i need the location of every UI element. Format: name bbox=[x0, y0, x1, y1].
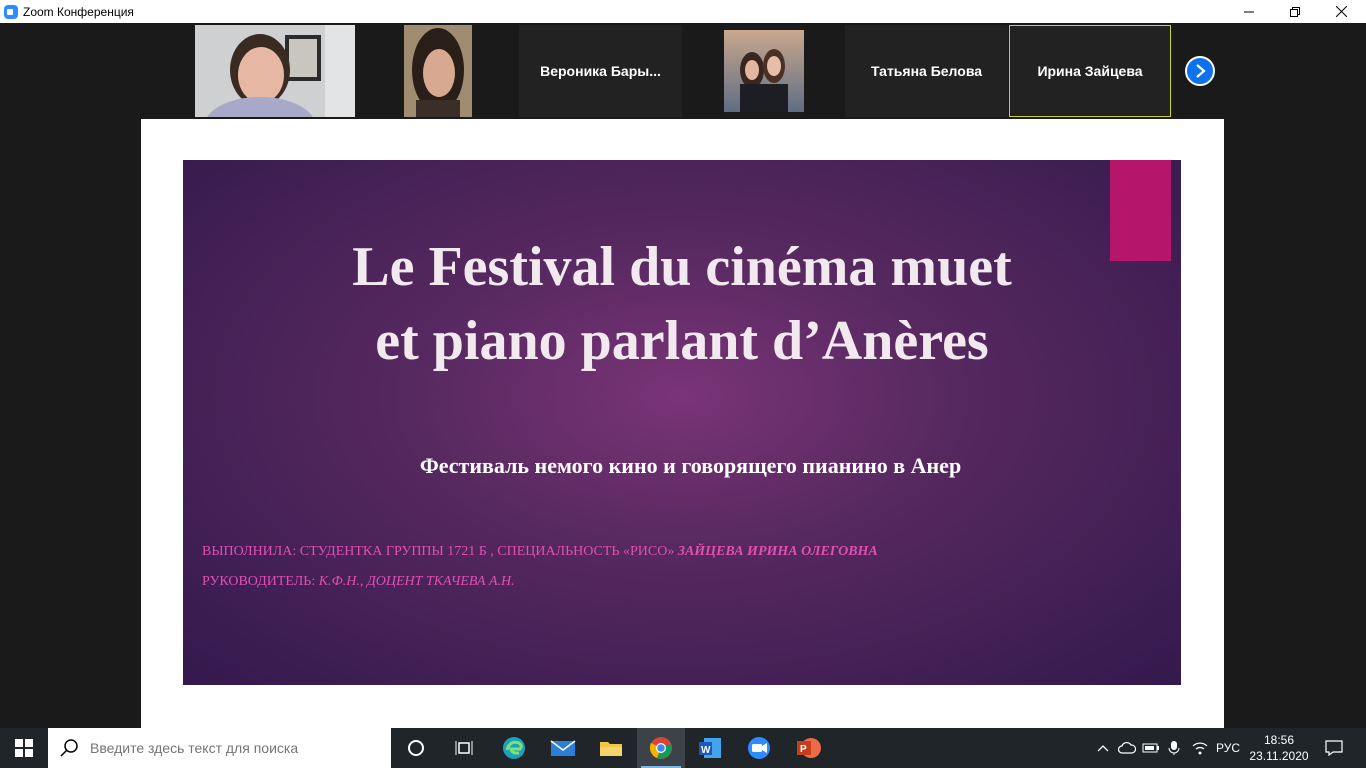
word-app-button[interactable]: W bbox=[686, 728, 734, 768]
microphone-icon bbox=[1168, 741, 1180, 755]
battery-tray-icon[interactable] bbox=[1140, 728, 1162, 768]
participant-video bbox=[195, 25, 355, 117]
edge-app-button[interactable] bbox=[490, 728, 538, 768]
title-bar: Zoom Конференция bbox=[0, 0, 1366, 23]
slide-title-line-1: Le Festival du cinéma muet bbox=[352, 236, 1012, 298]
slide-title: Le Festival du cinéma muet et piano parl… bbox=[183, 230, 1181, 378]
slide-author-line: ВЫПОЛНИЛА: СТУДЕНТКА ГРУППЫ 1721 Б , СПЕ… bbox=[202, 544, 878, 560]
window-title: Zoom Конференция bbox=[23, 4, 134, 19]
taskbar-search-box[interactable] bbox=[48, 728, 391, 768]
svg-text:P: P bbox=[800, 744, 807, 755]
zoom-icon bbox=[748, 737, 770, 759]
notification-icon bbox=[1325, 740, 1343, 756]
task-view-icon bbox=[455, 741, 473, 755]
clock-time: 18:56 bbox=[1263, 733, 1295, 747]
windows-logo-icon bbox=[15, 739, 33, 757]
zoom-app-button[interactable] bbox=[735, 728, 783, 768]
battery-icon bbox=[1142, 743, 1159, 753]
participant-name-tile[interactable]: Татьяна Белова bbox=[845, 25, 1008, 117]
mail-icon bbox=[550, 740, 576, 756]
supervisor-label: РУКОВОДИТЕЛЬ: bbox=[202, 574, 319, 589]
slide-title-line-2: et piano parlant d’Anères bbox=[375, 310, 989, 372]
word-icon: W bbox=[699, 738, 721, 758]
participant-video-tile[interactable] bbox=[404, 25, 472, 117]
participant-name: Вероника Бары... bbox=[540, 63, 661, 79]
folder-icon bbox=[600, 742, 622, 756]
wifi-icon bbox=[1192, 742, 1208, 755]
slide-subtitle: Фестиваль немого кино и говорящего пиани… bbox=[419, 453, 962, 478]
participant-name-tile[interactable]: Вероника Бары... bbox=[519, 25, 682, 117]
chrome-icon bbox=[649, 737, 672, 759]
search-icon bbox=[60, 739, 78, 757]
chevron-up-icon bbox=[1097, 745, 1109, 752]
start-button[interactable] bbox=[0, 728, 48, 768]
close-button[interactable] bbox=[1318, 0, 1364, 23]
cloud-icon bbox=[1118, 742, 1136, 754]
task-view-button[interactable] bbox=[440, 728, 488, 768]
close-icon bbox=[1335, 6, 1347, 17]
microphone-tray-icon[interactable] bbox=[1164, 728, 1184, 768]
tray-overflow-button[interactable] bbox=[1093, 728, 1113, 768]
minimize-button[interactable] bbox=[1226, 0, 1272, 23]
cortana-button[interactable] bbox=[392, 728, 440, 768]
edge-icon bbox=[503, 737, 525, 759]
powerpoint-icon: P bbox=[797, 738, 821, 758]
participant-name-tile-active[interactable]: Ирина Зайцева bbox=[1009, 25, 1171, 117]
restore-button[interactable] bbox=[1272, 0, 1318, 23]
powerpoint-app-button[interactable]: P bbox=[785, 728, 833, 768]
presentation-slide: Le Festival du cinéma muet et piano parl… bbox=[183, 160, 1181, 685]
cortana-circle-icon bbox=[408, 740, 424, 756]
participant-video-tile[interactable] bbox=[195, 25, 355, 117]
network-tray-icon[interactable] bbox=[1188, 728, 1212, 768]
clock-date: 23.11.2020 bbox=[1249, 749, 1309, 763]
slide-supervisor-line: РУКОВОДИТЕЛЬ: К.Ф.Н., ДОЦЕНТ ТКАЧЕВА А.Н… bbox=[202, 574, 515, 590]
mail-app-button[interactable] bbox=[539, 728, 587, 768]
participant-gallery: Вероника Бары... Татьяна Белова Ирина За… bbox=[0, 23, 1366, 119]
minimize-icon bbox=[1244, 11, 1254, 12]
chevron-right-icon bbox=[1196, 64, 1206, 78]
participant-video-tile[interactable] bbox=[724, 25, 804, 117]
restore-icon bbox=[1290, 6, 1300, 17]
supervisor-name: К.Ф.Н., ДОЦЕНТ ТКАЧЕВА А.Н. bbox=[318, 574, 515, 589]
zoom-logo-icon bbox=[4, 4, 18, 19]
shared-screen: Le Festival du cinéma muet et piano parl… bbox=[141, 119, 1224, 728]
file-explorer-app-button[interactable] bbox=[587, 728, 635, 768]
action-center-button[interactable] bbox=[1318, 728, 1350, 768]
author-name: ЗАЙЦЕВА ИРИНА ОЛЕГОВНА bbox=[677, 544, 878, 559]
participant-name: Татьяна Белова bbox=[870, 63, 983, 79]
language-indicator[interactable]: РУС bbox=[1212, 728, 1244, 768]
participant-name: Ирина Зайцева bbox=[1037, 63, 1143, 79]
chrome-app-button[interactable] bbox=[637, 728, 685, 768]
search-input[interactable] bbox=[88, 739, 382, 757]
participant-video bbox=[724, 30, 804, 112]
clock[interactable]: 18:56 23.11.2020 bbox=[1248, 728, 1310, 768]
onedrive-tray-icon[interactable] bbox=[1116, 728, 1138, 768]
svg-text:W: W bbox=[701, 745, 711, 756]
author-label: ВЫПОЛНИЛА: СТУДЕНТКА ГРУППЫ 1721 Б , СПЕ… bbox=[202, 544, 678, 559]
participant-video bbox=[404, 25, 472, 117]
gallery-next-button[interactable] bbox=[1185, 56, 1215, 86]
